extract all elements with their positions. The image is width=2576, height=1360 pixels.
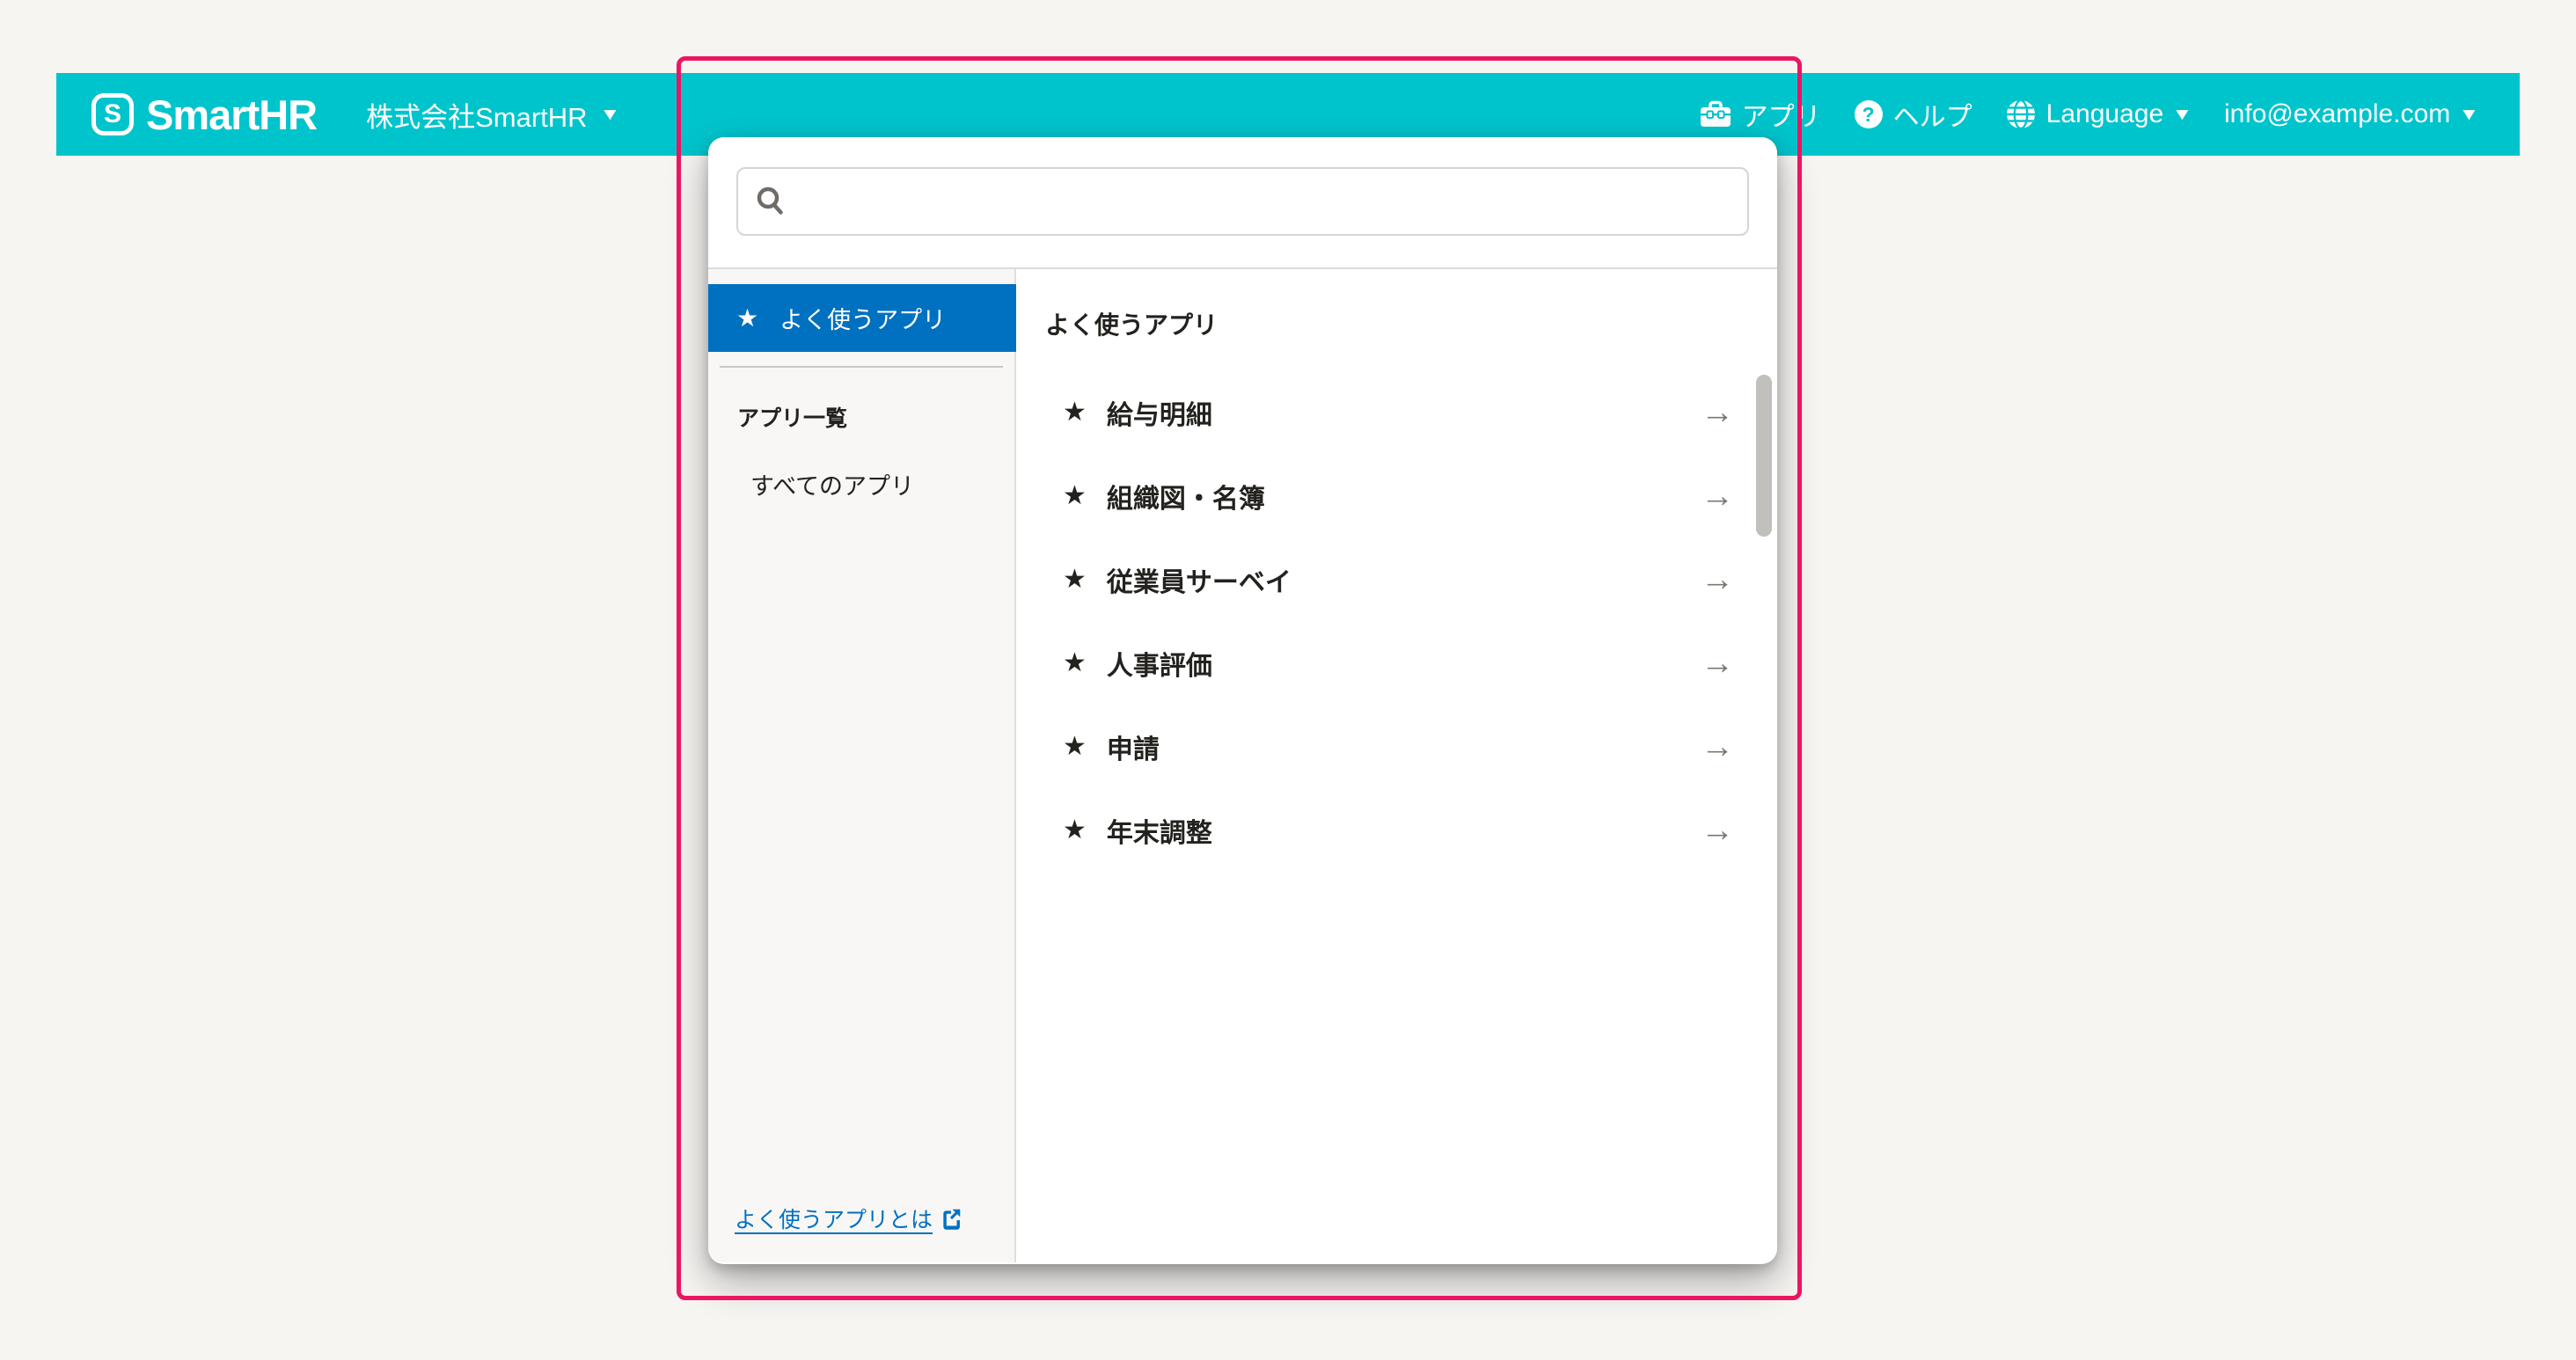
star-icon: ★: [1063, 817, 1087, 844]
chevron-down-icon: ▼: [2172, 106, 2193, 123]
company-name: 株式会社SmartHR: [366, 95, 587, 135]
star-icon: ★: [736, 306, 758, 331]
star-icon: ★: [1063, 734, 1087, 760]
arrow-right-icon: →: [1701, 563, 1734, 596]
app-list-item[interactable]: ★ 給与明細 →: [1016, 370, 1777, 454]
app-list-item[interactable]: ★ 従業員サーベイ →: [1016, 537, 1777, 621]
sidebar-divider: [720, 366, 1003, 368]
app-name: 人事評価: [1107, 644, 1212, 683]
app-list-item[interactable]: ★ 人事評価 →: [1016, 621, 1777, 705]
sidebar-item-all-apps[interactable]: すべてのアプリ: [750, 467, 914, 501]
external-link-icon: [940, 1207, 962, 1230]
search-input[interactable]: [800, 169, 1747, 234]
apps-menu-label: アプリ: [1742, 95, 1821, 134]
sidebar-favorites-label: よく使うアプリ: [779, 301, 946, 335]
globe-icon: [2006, 99, 2036, 129]
help-button[interactable]: ? ヘルプ: [1855, 95, 1972, 134]
sidebar-section-heading: アプリ一覧: [737, 401, 847, 433]
language-menu-button[interactable]: Language ▼: [2006, 99, 2191, 129]
launcher-search-section: [708, 137, 1777, 269]
star-icon: ★: [1063, 399, 1087, 426]
smarthr-logo-text: SmartHR: [146, 91, 317, 139]
favorites-about-link[interactable]: よく使うアプリとは: [735, 1203, 962, 1234]
app-list-item[interactable]: ★ 申請 →: [1016, 705, 1777, 788]
app-name: 組織図・名簿: [1107, 477, 1265, 515]
smarthr-brand: S SmartHR: [91, 91, 317, 139]
app-name: 従業員サーベイ: [1107, 560, 1292, 599]
arrow-right-icon: →: [1701, 730, 1734, 764]
app-name: 給与明細: [1107, 393, 1212, 432]
app-list-item[interactable]: ★ 組織図・名簿 →: [1016, 454, 1777, 537]
arrow-right-icon: →: [1701, 647, 1734, 680]
help-icon: ?: [1855, 100, 1883, 128]
help-label: ヘルプ: [1893, 95, 1972, 134]
star-icon: ★: [1063, 650, 1087, 676]
header-nav: アプリ ? ヘルプ Language ▼ in: [1700, 95, 2477, 134]
content-heading: よく使うアプリ: [1045, 306, 1218, 341]
account-email: info@example.com: [2224, 99, 2450, 129]
app-list-item[interactable]: ★ 年末調整 →: [1016, 788, 1777, 872]
app-name: 年末調整: [1107, 811, 1212, 850]
launcher-body: ★ よく使うアプリ アプリ一覧 すべてのアプリ よく使うアプリとは よく使うアプ…: [708, 269, 1777, 1262]
arrow-right-icon: →: [1701, 479, 1734, 513]
launcher-sidebar: ★ よく使うアプリ アプリ一覧 すべてのアプリ よく使うアプリとは: [708, 269, 1016, 1262]
search-box: [736, 167, 1749, 236]
chevron-down-icon: ▼: [599, 106, 620, 123]
chevron-down-icon: ▼: [2459, 106, 2480, 123]
smarthr-logo-icon: S: [91, 93, 134, 135]
account-menu-button[interactable]: info@example.com ▼: [2224, 99, 2477, 129]
app-name: 申請: [1107, 728, 1160, 766]
toolbox-icon: [1700, 99, 1731, 129]
scrollbar-thumb[interactable]: [1756, 375, 1772, 537]
arrow-right-icon: →: [1701, 396, 1734, 429]
favorites-about-link-label: よく使うアプリとは: [735, 1203, 933, 1234]
star-icon: ★: [1063, 483, 1087, 509]
language-label: Language: [2046, 99, 2163, 129]
company-menu-button[interactable]: 株式会社SmartHR ▼: [366, 95, 618, 135]
app-launcher-panel: ★ よく使うアプリ アプリ一覧 すべてのアプリ よく使うアプリとは よく使うアプ…: [708, 137, 1777, 1264]
star-icon: ★: [1063, 567, 1087, 593]
apps-menu-button[interactable]: アプリ: [1700, 95, 1821, 134]
sidebar-item-favorites[interactable]: ★ よく使うアプリ: [708, 284, 1016, 352]
launcher-content: よく使うアプリ ★ 給与明細 → ★ 組織図・名簿 → ★ 従業員サーベイ →: [1016, 269, 1777, 1262]
favorite-apps-list: ★ 給与明細 → ★ 組織図・名簿 → ★ 従業員サーベイ → ★ 人事評価: [1016, 370, 1777, 872]
search-icon: [756, 186, 786, 216]
arrow-right-icon: →: [1701, 814, 1734, 847]
